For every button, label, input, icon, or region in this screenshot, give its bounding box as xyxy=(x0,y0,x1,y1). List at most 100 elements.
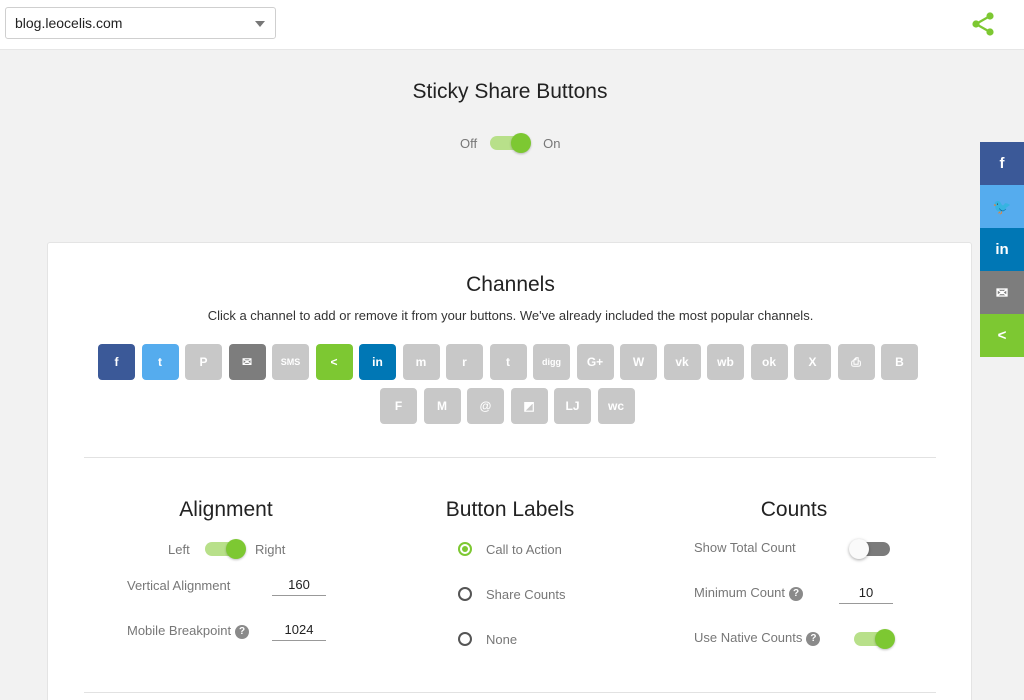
channel-weibo-button[interactable]: wb xyxy=(707,344,744,380)
blogger-icon: B xyxy=(895,355,904,369)
channel-xing-button[interactable]: X xyxy=(794,344,831,380)
channel-sharethis-button[interactable]: < xyxy=(315,344,353,380)
show-total-count-label: Show Total Count xyxy=(694,540,796,555)
use-native-counts-toggle[interactable] xyxy=(854,629,895,649)
button-label-option-label[interactable]: Share Counts xyxy=(486,587,566,602)
button-label-radio[interactable] xyxy=(458,587,472,601)
channel-vk-button[interactable]: vk xyxy=(663,344,701,380)
channel-reddit-button[interactable]: r xyxy=(446,344,483,380)
googleplus-icon: G+ xyxy=(586,355,604,369)
toggle-on-label: On xyxy=(543,135,561,151)
channel-tumblr-button[interactable]: t xyxy=(489,344,527,380)
twitter-icon: t xyxy=(158,355,162,369)
align-left-label: Left xyxy=(168,542,190,557)
sharethis-icon: < xyxy=(330,355,338,369)
channel-pinterest-button[interactable]: P xyxy=(185,344,222,380)
button-label-radio[interactable] xyxy=(458,542,472,556)
sticky-email-button[interactable]: ✉ xyxy=(980,271,1024,314)
mobile-breakpoint-label-row: Mobile Breakpoint? xyxy=(127,623,250,639)
vertical-alignment-input[interactable] xyxy=(272,572,326,596)
digg-icon: digg xyxy=(542,357,561,367)
facebook-icon: f xyxy=(114,355,119,369)
channel-messenger-button[interactable]: m xyxy=(402,344,440,380)
divider xyxy=(84,457,936,458)
channel-sms-button[interactable]: SMS xyxy=(272,344,309,380)
toggle-knob xyxy=(849,539,869,559)
page-title: Sticky Share Buttons xyxy=(412,80,608,103)
use-native-counts-label-row: Use Native Counts? xyxy=(694,630,821,646)
weibo-icon: wb xyxy=(717,355,734,369)
top-bar: blog.leocelis.com xyxy=(0,0,1024,50)
help-icon[interactable]: ? xyxy=(789,587,804,601)
toggle-knob xyxy=(226,539,246,559)
share-icon[interactable] xyxy=(970,11,996,37)
chevron-down-icon xyxy=(255,21,265,27)
channel-googleplus-button[interactable]: G+ xyxy=(576,344,614,380)
odnoklassniki-icon: ok xyxy=(761,355,776,369)
flipboard-icon: F xyxy=(394,399,403,413)
button-label-option-label[interactable]: Call to Action xyxy=(486,542,562,557)
tumblr-icon: t xyxy=(506,355,510,369)
channel-blogger-button[interactable]: B xyxy=(881,344,918,380)
sharethis-icon: < xyxy=(997,327,1007,344)
channel-flipboard-button[interactable]: F xyxy=(380,388,417,424)
channel-livejournal-button[interactable]: LJ xyxy=(554,388,591,424)
align-right-label: Right xyxy=(255,542,286,557)
button-label-radio[interactable] xyxy=(458,632,472,646)
facebook-icon: f xyxy=(999,155,1005,172)
enable-toggle-row: Off On xyxy=(460,132,560,154)
sticky-sharethis-button[interactable]: < xyxy=(980,314,1024,357)
mailru-icon: @ xyxy=(479,399,492,413)
email-icon: ✉ xyxy=(995,284,1009,302)
whatsapp-icon: W xyxy=(632,355,645,369)
wechat-icon: wc xyxy=(607,399,624,413)
toggle-knob xyxy=(511,133,532,153)
help-icon[interactable]: ? xyxy=(806,632,821,646)
alignment-title: Alignment xyxy=(179,498,273,521)
channel-delicious-button[interactable]: ◩ xyxy=(510,388,548,424)
site-select-value: blog.leocelis.com xyxy=(15,15,123,31)
channel-linkedin-button[interactable]: in xyxy=(359,344,396,380)
sticky-share-preview: f 🐦 in ✉ < xyxy=(980,142,1024,357)
channels-title: Channels xyxy=(466,273,555,296)
print-icon: ⎙ xyxy=(851,354,861,369)
linkedin-icon: in xyxy=(995,241,1009,258)
channels-description: Click a channel to add or remove it from… xyxy=(207,308,814,323)
messenger-icon: m xyxy=(415,355,427,369)
channel-digg-button[interactable]: digg xyxy=(533,344,570,380)
reddit-icon: r xyxy=(462,355,467,369)
channel-mailru-button[interactable]: @ xyxy=(467,388,504,424)
use-native-counts-label: Use Native Counts xyxy=(694,630,803,645)
xing-icon: X xyxy=(808,355,817,369)
twitter-icon: 🐦 xyxy=(992,198,1012,216)
mobile-breakpoint-label: Mobile Breakpoint xyxy=(127,623,232,638)
alignment-toggle[interactable] xyxy=(205,539,246,559)
channel-print-button[interactable]: ⎙ xyxy=(837,344,875,380)
channel-whatsapp-button[interactable]: W xyxy=(620,344,657,380)
minimum-count-input[interactable] xyxy=(839,580,893,604)
sticky-facebook-button[interactable]: f xyxy=(980,142,1024,185)
channel-email-button[interactable]: ✉ xyxy=(228,344,266,380)
enable-toggle[interactable] xyxy=(490,133,532,153)
channel-facebook-button[interactable]: f xyxy=(98,344,135,380)
channel-wechat-button[interactable]: wc xyxy=(597,388,635,424)
button-label-option-label[interactable]: None xyxy=(486,632,517,647)
sms-icon: SMS xyxy=(280,357,301,367)
linkedin-icon: in xyxy=(372,355,383,369)
mobile-breakpoint-input[interactable] xyxy=(272,617,326,641)
show-total-count-toggle[interactable] xyxy=(849,539,890,559)
livejournal-icon: LJ xyxy=(565,399,580,413)
toggle-off-label: Off xyxy=(460,135,478,151)
site-select[interactable]: blog.leocelis.com xyxy=(5,7,276,39)
help-icon[interactable]: ? xyxy=(235,625,250,639)
sticky-linkedin-button[interactable]: in xyxy=(980,228,1024,271)
channel-odnoklassniki-button[interactable]: ok xyxy=(750,344,788,380)
meneame-icon: M xyxy=(437,399,447,413)
pinterest-icon: P xyxy=(199,355,208,369)
channel-twitter-button[interactable]: t xyxy=(141,344,179,380)
counts-title: Counts xyxy=(760,498,828,521)
channel-meneame-button[interactable]: M xyxy=(423,388,461,424)
button-labels-title: Button Labels xyxy=(445,498,575,521)
sticky-twitter-button[interactable]: 🐦 xyxy=(980,185,1024,228)
minimum-count-label-row: Minimum Count? xyxy=(694,585,804,601)
